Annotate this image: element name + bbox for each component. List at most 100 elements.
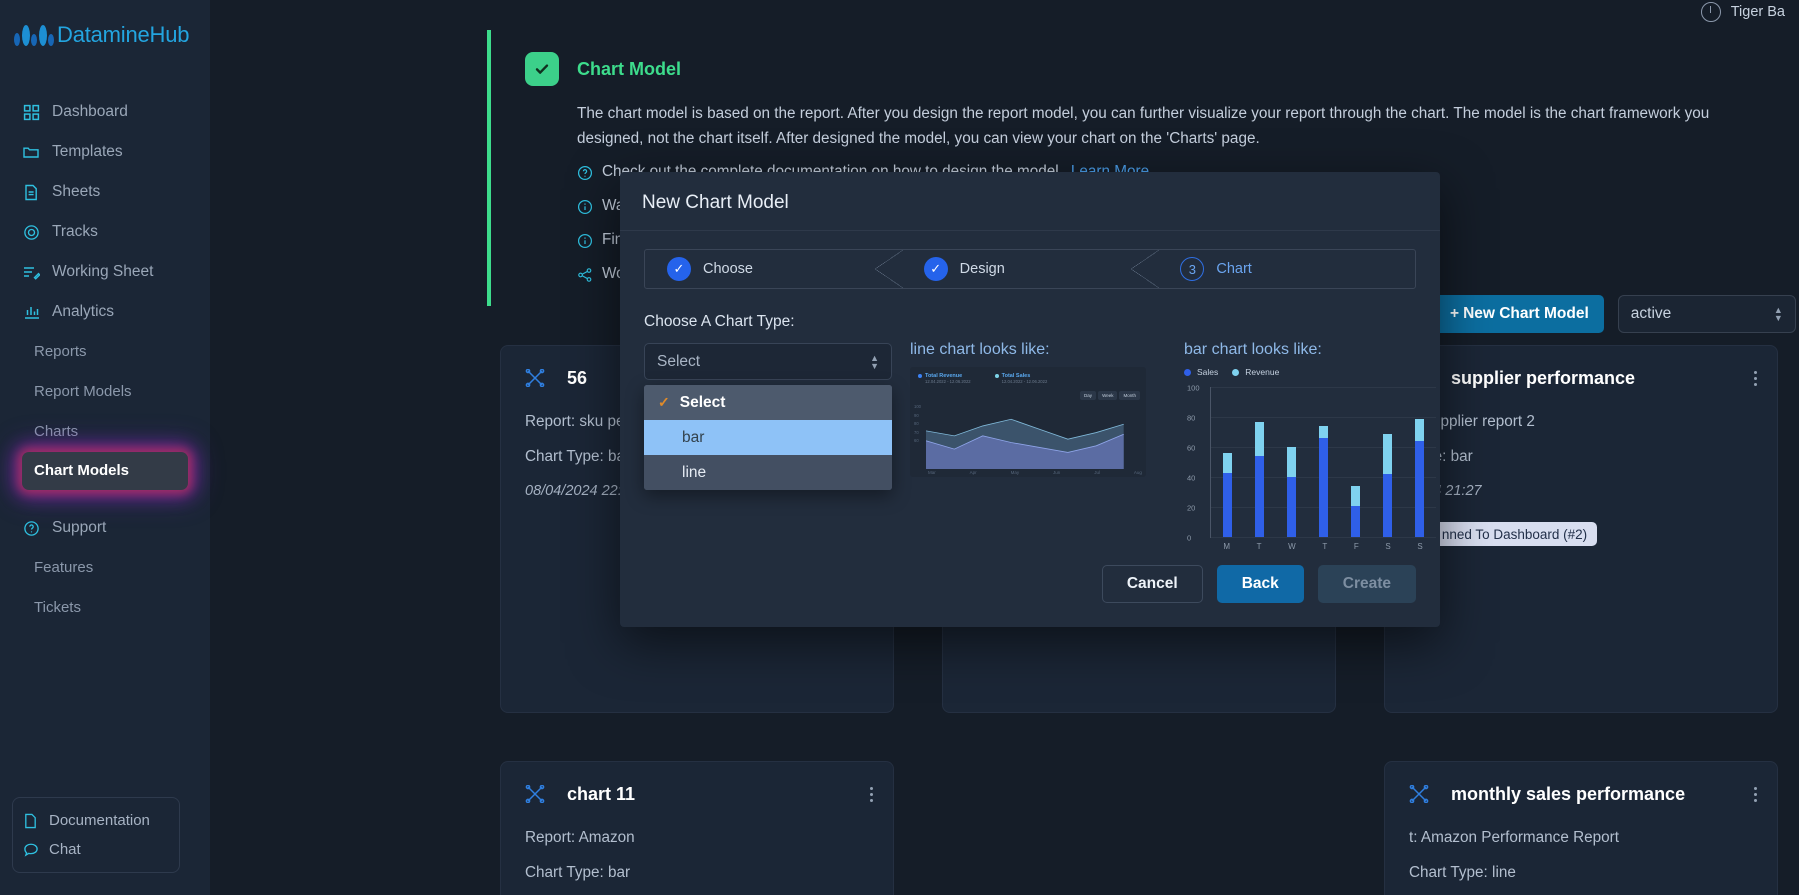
step-label: Choose — [703, 261, 753, 277]
sidebar-item-templates[interactable]: Templates — [0, 132, 210, 172]
chart-model-card[interactable]: supplier performance t: Supplier report … — [1384, 345, 1778, 713]
list-edit-icon — [22, 263, 40, 281]
sidebar-item-working-sheet[interactable]: Working Sheet — [0, 252, 210, 292]
bar-chart-bars — [1211, 387, 1436, 537]
card-report: Report: Amazon — [525, 829, 635, 846]
step-label: Design — [959, 261, 1005, 277]
legend-item-sales: Sales — [1184, 367, 1218, 377]
card-title: supplier performance — [1451, 368, 1636, 388]
sidebar-item-chart-models[interactable]: Chart Models — [22, 452, 188, 490]
dropdown-option-label: line — [682, 463, 707, 481]
chart-model-card[interactable]: monthly sales performance t: Amazon Perf… — [1384, 761, 1778, 895]
step-choose[interactable]: ✓ Choose — [645, 250, 903, 288]
ytick: 20 — [1187, 503, 1196, 513]
card-meta: Report: Amazon Chart Type: bar 06/29/202… — [525, 829, 869, 895]
xtick: Apr — [969, 470, 977, 475]
step-chart[interactable]: 3 Chart — [1158, 250, 1415, 288]
dropdown-option-label: Select — [679, 393, 726, 411]
range-chip-group[interactable]: Day Week Month — [1080, 391, 1140, 400]
action-row: + New Chart Model active ▲ ▼ — [1435, 295, 1796, 333]
sidebar-item-sheets[interactable]: Sheets — [0, 172, 210, 212]
sidebar-item-tracks[interactable]: Tracks — [0, 212, 210, 252]
status-filter-select[interactable]: active ▲ ▼ — [1617, 295, 1796, 333]
step-label: Chart — [1216, 261, 1252, 277]
sidebar-item-reports[interactable]: Reports — [0, 332, 210, 372]
create-button[interactable]: Create — [1317, 565, 1416, 603]
card-meta: t: Amazon Performance Report Chart Type:… — [1409, 829, 1753, 895]
line-chart-legend: Total Revenue 12.04.2022 - 12.06.2022 To… — [910, 367, 1146, 384]
document-icon — [23, 813, 39, 829]
legend-sublabel: 12.04.2022 - 12.06.2022 — [925, 379, 971, 384]
back-button[interactable]: Back — [1216, 565, 1304, 603]
cancel-button[interactable]: Cancel — [1101, 565, 1203, 603]
range-chip-day[interactable]: Day — [1080, 391, 1097, 400]
bar-chart-icon — [22, 303, 40, 321]
dropdown-option-select[interactable]: ✓ Select — [644, 385, 892, 420]
folder-icon — [22, 143, 40, 161]
sidebar-item-chat[interactable]: Chat — [23, 835, 169, 864]
dropdown-option-line[interactable]: line — [644, 455, 892, 490]
sidebar-nav: Dashboard Templates Sheets Tracks Workin… — [0, 92, 210, 628]
sidebar-item-documentation[interactable]: Documentation — [23, 806, 169, 835]
sidebar: DatamineHub Dashboard Templates Sheets T… — [0, 0, 210, 895]
card-menu-icon[interactable] — [1754, 368, 1757, 389]
legend-label: Sales — [1197, 367, 1219, 377]
sidebar-item-report-models[interactable]: Report Models — [0, 372, 210, 412]
xtick: S — [1385, 542, 1391, 551]
dropdown-option-bar[interactable]: bar — [644, 420, 892, 455]
chart-previews: line chart looks like: Total Revenue 12.… — [910, 341, 1436, 559]
xtick: Jun — [1053, 470, 1061, 475]
bar-chart-thumbnail: Sales Revenue 100 80 60 40 20 0 M T W T … — [1184, 367, 1436, 559]
range-chip-week[interactable]: Week — [1098, 391, 1118, 400]
legend-label: Revenue — [1245, 367, 1280, 377]
brand[interactable]: DatamineHub — [0, 8, 210, 54]
legend-dot-icon — [1232, 368, 1240, 376]
bar-chart-legend: Sales Revenue — [1184, 367, 1436, 377]
card-title: 56 — [567, 368, 588, 388]
xtick: F — [1353, 542, 1359, 551]
clock-icon[interactable] — [1700, 2, 1721, 22]
main-content: Tiger Ba Chart Model The chart model is … — [210, 0, 1799, 895]
step-design[interactable]: ✓ Design — [902, 250, 1160, 288]
range-chip-month[interactable]: Month — [1119, 391, 1140, 400]
check-icon: ✓ — [658, 394, 670, 410]
chart-type-row: Select ▲ ▼ ✓ Select bar line line chart … — [644, 341, 1436, 559]
card-date: 2024 21:27 — [1409, 483, 1482, 499]
xtick: W — [1288, 542, 1296, 551]
sidebar-item-label: Templates — [52, 143, 123, 160]
user-name[interactable]: Tiger Ba — [1731, 4, 1785, 20]
card-title: chart 11 — [567, 784, 636, 804]
xtick: T — [1322, 542, 1328, 551]
sidebar-item-features[interactable]: Features — [0, 548, 210, 588]
sidebar-item-label: Sheets — [52, 183, 101, 200]
ytick: 0 — [1187, 533, 1192, 543]
app-root: DatamineHub Dashboard Templates Sheets T… — [0, 0, 1799, 895]
ytick: 80 — [914, 421, 919, 426]
ytick: 60 — [1187, 443, 1196, 453]
sidebar-item-dashboard[interactable]: Dashboard — [0, 92, 210, 132]
chevron-updown-icon: ▲ ▼ — [1773, 305, 1783, 323]
xtick: S — [1417, 542, 1423, 551]
new-chart-model-button[interactable]: + New Chart Model — [1435, 295, 1604, 333]
sidebar-item-support[interactable]: Support — [0, 508, 210, 548]
check-icon: ✓ — [667, 257, 691, 281]
sidebar-item-tickets[interactable]: Tickets — [0, 588, 210, 628]
xtick: May — [1010, 470, 1020, 475]
new-chart-model-dialog: New Chart Model ✓ Choose ✓ Design 3 Char… — [620, 172, 1440, 627]
info-circle-icon — [577, 199, 594, 220]
sidebar-item-charts[interactable]: Charts — [0, 412, 210, 452]
sidebar-item-analytics[interactable]: Analytics — [0, 292, 210, 332]
card-chart-type: Type: bar — [1409, 448, 1473, 465]
bar-preview-title: bar chart looks like: — [1184, 341, 1322, 358]
chat-icon — [23, 842, 39, 858]
chart-model-card[interactable]: chart 11 Report: Amazon Chart Type: bar … — [500, 761, 894, 895]
xtick: Jul — [1094, 470, 1100, 475]
legend-sublabel: 12.04.2022 - 12.06.2022 — [1001, 379, 1048, 384]
chart-type-select[interactable]: Select ▲ ▼ — [644, 343, 892, 380]
sidebar-item-label: Analytics — [52, 303, 115, 320]
sidebar-item-label: Documentation — [49, 812, 150, 829]
card-menu-icon[interactable] — [870, 784, 873, 805]
ytick: 80 — [1187, 413, 1196, 423]
card-menu-icon[interactable] — [1754, 784, 1757, 805]
check-icon — [525, 52, 559, 86]
